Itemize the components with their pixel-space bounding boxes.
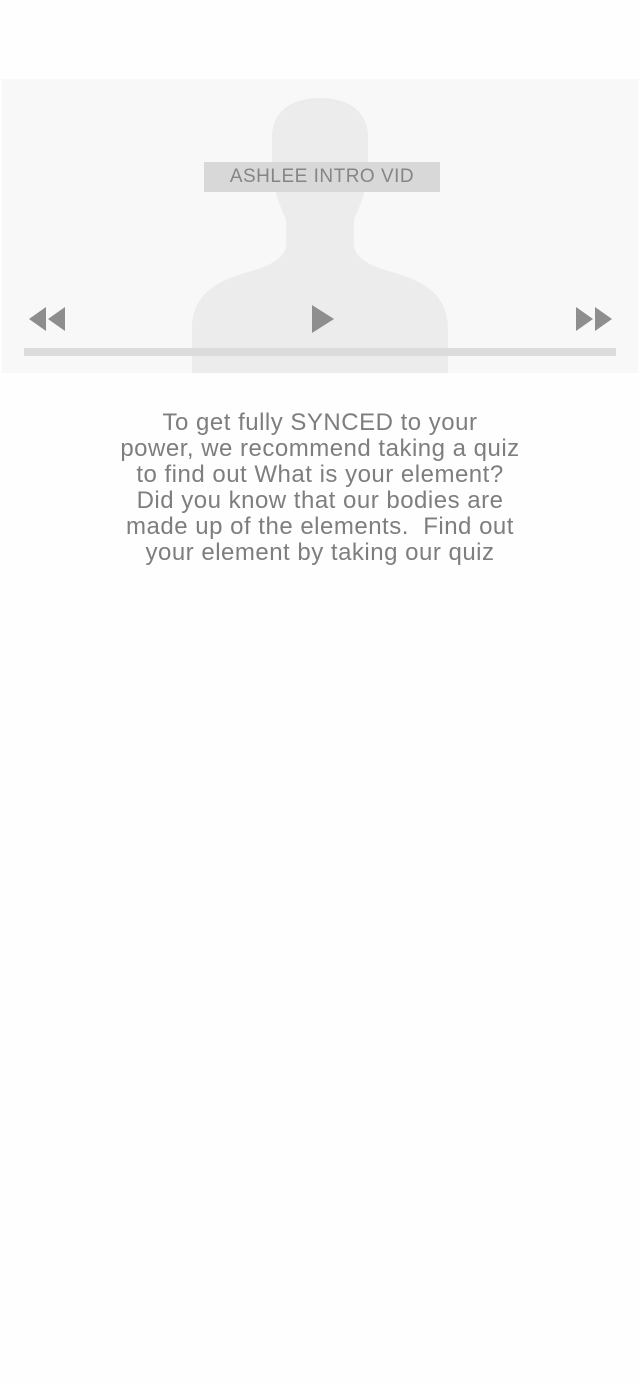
fast-forward-button[interactable] [573,306,615,337]
progress-bar[interactable] [24,348,616,356]
play-icon [312,305,334,333]
video-title: ASHLEE INTRO VID [204,162,440,192]
video-player[interactable]: ASHLEE INTRO VID [2,79,638,373]
rewind-button[interactable] [26,306,68,337]
fast-forward-icon [576,307,612,331]
play-button[interactable] [308,304,336,339]
intro-text: To get fully SYNCED to your power, we re… [120,409,520,566]
rewind-icon [29,307,65,331]
